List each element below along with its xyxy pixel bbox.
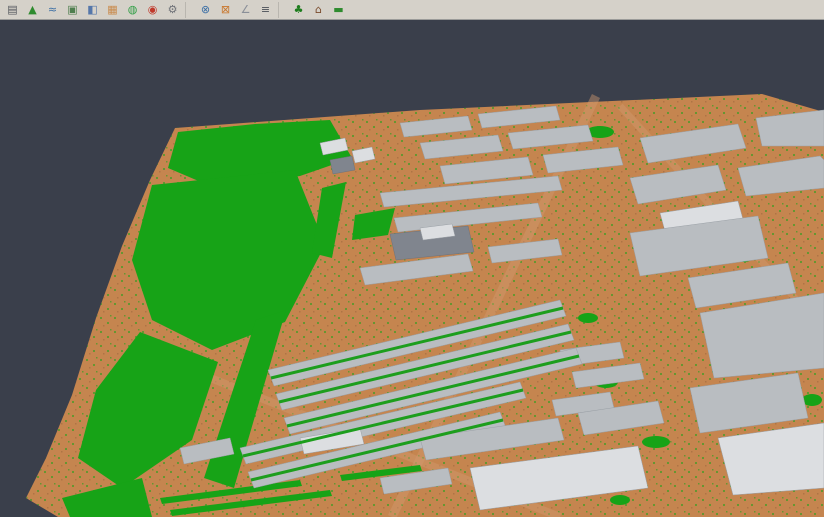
texture-layer-icon[interactable]: ▦ — [103, 1, 122, 19]
dem-layer-icon[interactable]: ◧ — [83, 1, 102, 19]
toolbar-separator — [185, 2, 193, 18]
toolbar: ▤▲≈▣◧▦◍◉⚙ ⊗⊠∠≡ ♣⌂▬ — [0, 0, 824, 20]
measure-icon[interactable]: ∠ — [236, 1, 255, 19]
open-icon[interactable]: ▤ — [3, 1, 22, 19]
ground-classification-icon[interactable]: ▬ — [329, 1, 348, 19]
water-layer-icon[interactable]: ≈ — [43, 1, 62, 19]
layers-icon[interactable]: ≡ — [256, 1, 275, 19]
viewport-3d[interactable] — [0, 20, 824, 517]
reset-view-icon[interactable]: ⊗ — [196, 1, 215, 19]
application-window: ▤▲≈▣◧▦◍◉⚙ ⊗⊠∠≡ ♣⌂▬ — [0, 0, 824, 517]
scene-canvas[interactable] — [0, 20, 824, 517]
terrain-view-icon[interactable]: ▲ — [23, 1, 42, 19]
marker-icon[interactable]: ◉ — [143, 1, 162, 19]
ortho-layer-icon[interactable]: ▣ — [63, 1, 82, 19]
tree-classification-icon[interactable]: ♣ — [289, 1, 308, 19]
globe-icon[interactable]: ◍ — [123, 1, 142, 19]
toolbar-separator — [278, 2, 286, 18]
crop-region-icon[interactable]: ⊠ — [216, 1, 235, 19]
settings-icon[interactable]: ⚙ — [163, 1, 182, 19]
building-classification-icon[interactable]: ⌂ — [309, 1, 328, 19]
